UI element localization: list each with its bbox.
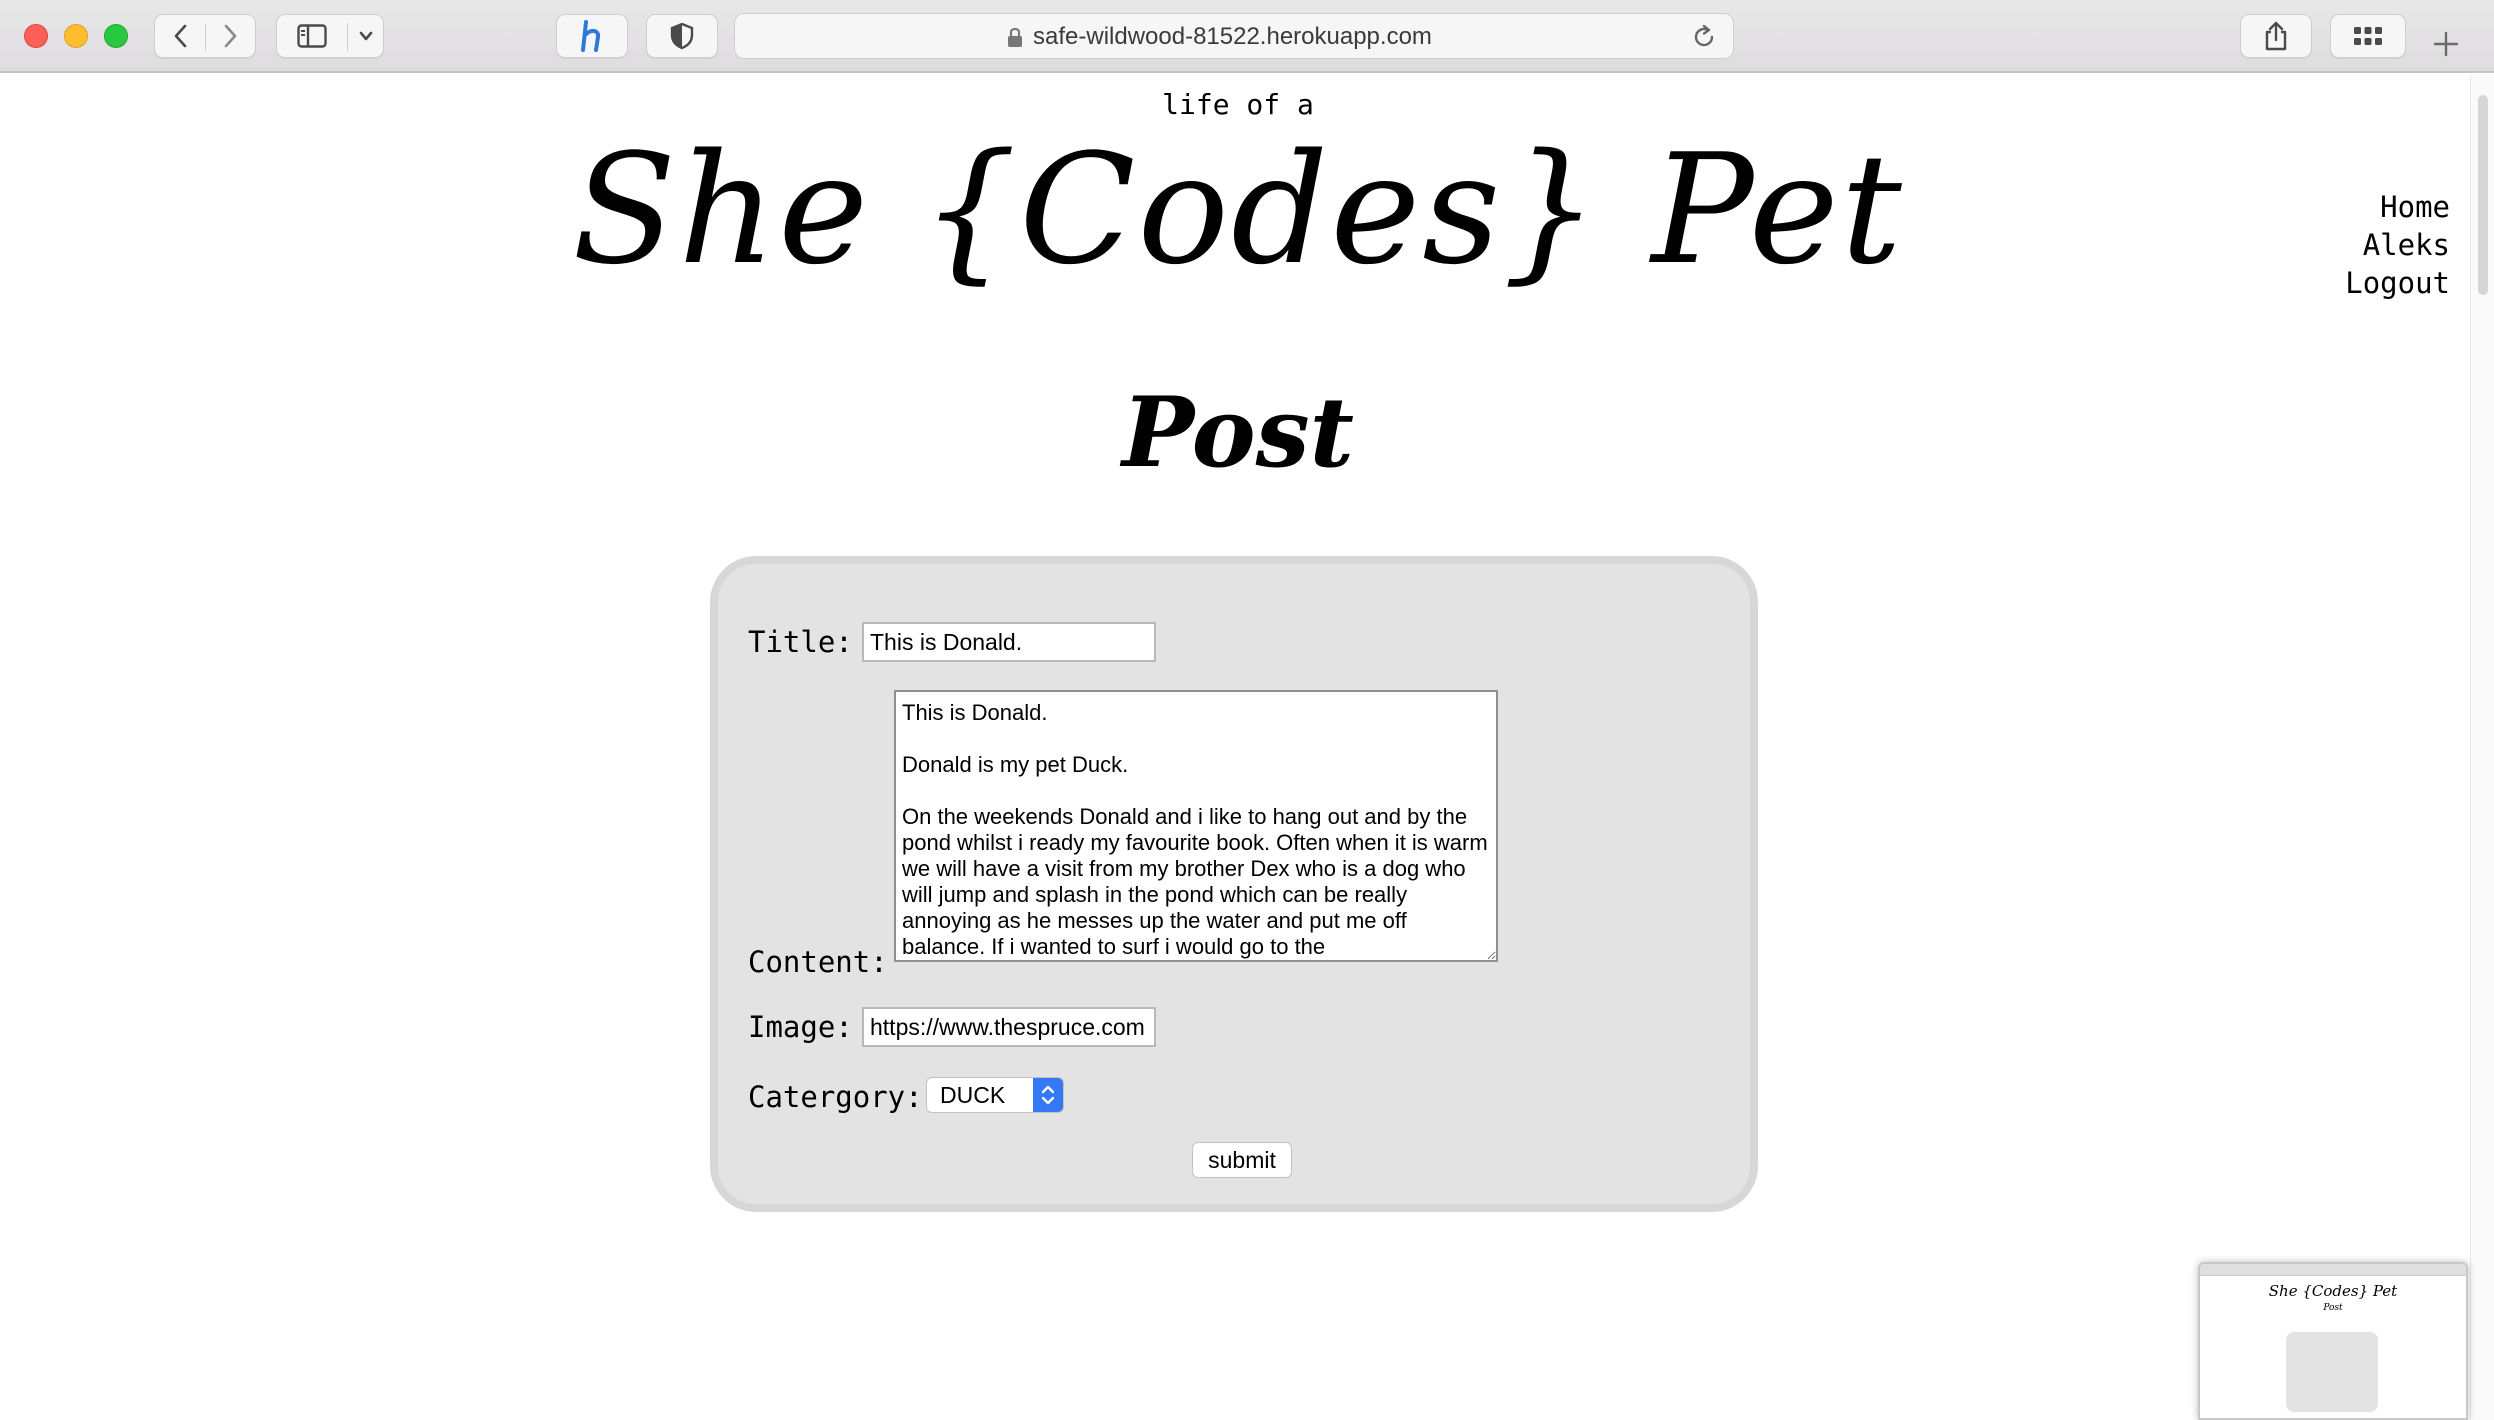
page-title: Post xyxy=(1121,376,1355,489)
thumbnail-form-card xyxy=(2286,1332,2378,1412)
nav-home-link[interactable]: Home xyxy=(2345,188,2450,226)
lock-icon xyxy=(1007,26,1023,52)
category-select[interactable]: DUCK xyxy=(926,1077,1064,1113)
content-label: Content: xyxy=(748,945,888,979)
thumbnail-heading: Post xyxy=(2323,1303,2343,1313)
privacy-report-button[interactable] xyxy=(646,14,718,58)
share-button[interactable] xyxy=(2240,14,2312,58)
address-url: safe-wildwood-81522.herokuapp.com xyxy=(1033,23,1432,50)
category-label: Catergory: xyxy=(748,1080,923,1114)
sidebar-group xyxy=(276,14,384,58)
select-arrows-icon xyxy=(1033,1078,1063,1112)
title-label: Title: xyxy=(748,625,853,659)
title-input[interactable] xyxy=(862,622,1156,662)
sidebar-icon[interactable] xyxy=(277,15,347,57)
image-label: Image: xyxy=(748,1010,853,1044)
new-tab-icon[interactable] xyxy=(2426,24,2466,64)
nav-user-link[interactable]: Aleks xyxy=(2345,226,2450,264)
honey-extension-button[interactable] xyxy=(556,14,628,58)
site-title: She {Codes} Pet xyxy=(572,121,1904,298)
forward-icon[interactable] xyxy=(206,15,256,57)
browser-toolbar: safe-wildwood-81522.herokuapp.com xyxy=(0,0,2494,73)
address-bar[interactable]: safe-wildwood-81522.herokuapp.com xyxy=(734,13,1734,59)
tab-overview-button[interactable] xyxy=(2330,14,2406,58)
main-nav: Home Aleks Logout xyxy=(2345,188,2450,302)
back-icon[interactable] xyxy=(155,15,205,57)
thumbnail-title: She {Codes} Pet xyxy=(2268,1282,2398,1300)
nav-logout-link[interactable]: Logout xyxy=(2345,264,2450,302)
back-forward-group xyxy=(154,14,256,58)
close-window-button[interactable] xyxy=(24,24,48,48)
submit-button[interactable]: submit xyxy=(1192,1142,1292,1178)
reload-icon[interactable] xyxy=(1691,24,1717,54)
zoom-window-button[interactable] xyxy=(104,24,128,48)
image-url-input[interactable] xyxy=(862,1007,1156,1047)
post-form: Title: Content: This is Donald. Donald i… xyxy=(710,556,1758,1212)
minimize-window-button[interactable] xyxy=(64,24,88,48)
window-thumbnail-preview[interactable]: She {Codes} Pet Post xyxy=(2198,1262,2468,1420)
category-selected-value: DUCK xyxy=(940,1082,1006,1108)
chevron-down-icon[interactable] xyxy=(348,15,384,57)
content-textarea[interactable]: This is Donald. Donald is my pet Duck. O… xyxy=(894,690,1498,962)
site-tagline: life of a xyxy=(1162,88,1314,121)
